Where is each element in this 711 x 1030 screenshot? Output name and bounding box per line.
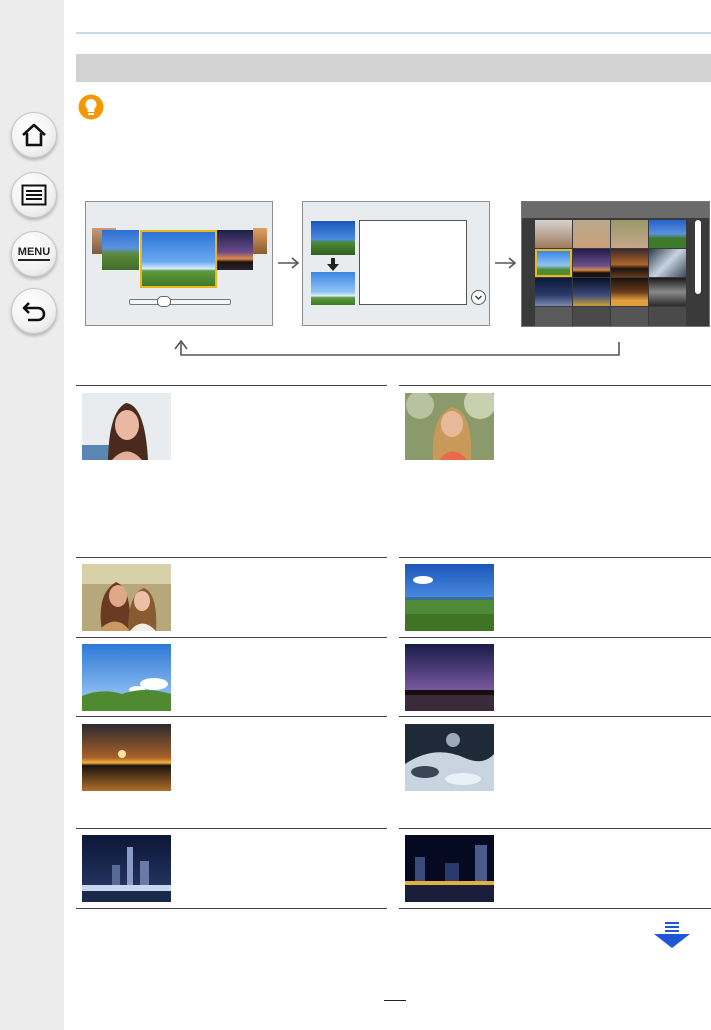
result-scene-thumbnail <box>311 272 355 305</box>
back-arrow-icon <box>22 302 46 322</box>
grid-cell-selected <box>535 249 572 277</box>
vivid-sunset-scene-photo <box>82 724 171 791</box>
return-arrow-icon <box>174 339 620 356</box>
scroll-down-icon <box>471 290 486 305</box>
scene-grid-screen <box>521 201 710 327</box>
grid-cell <box>611 307 648 326</box>
down-arrow-icon <box>327 258 339 271</box>
soft-skin-scene-photo <box>405 393 494 460</box>
header-rule <box>76 32 711 34</box>
table-row-divider <box>76 557 387 558</box>
table-row-divider <box>399 385 711 386</box>
grid-cell <box>573 249 610 277</box>
clear-scenery-scene-photo <box>405 564 494 631</box>
bright-blue-sky-scene-photo <box>82 644 171 711</box>
grid-cell <box>649 278 686 306</box>
scroll-bar <box>695 220 701 294</box>
table-row-divider <box>399 557 711 558</box>
table-row-divider <box>399 637 711 638</box>
table-row-divider <box>76 385 387 386</box>
table-row-divider <box>399 716 711 717</box>
grid-cell <box>611 278 648 306</box>
right-arrow-icon <box>495 257 517 269</box>
portrait-scene-photo <box>82 393 171 460</box>
table-row-divider <box>399 908 711 909</box>
scene-description-screen <box>302 201 490 326</box>
page-number-underline <box>384 1000 406 1001</box>
table-row-divider <box>76 716 387 717</box>
lightbulb-icon <box>78 94 104 120</box>
contents-button[interactable] <box>11 172 57 218</box>
glistening-water-scene-photo <box>405 724 494 791</box>
list-icon <box>21 184 47 206</box>
sunset-thumbnail <box>217 230 253 270</box>
table-row-divider <box>76 637 387 638</box>
scene-slider-screen <box>85 201 273 326</box>
cool-night-sky-scene-photo <box>405 835 494 902</box>
grid-cell <box>573 220 610 248</box>
grid-cell <box>573 278 610 306</box>
selected-scene-thumbnail <box>140 230 217 288</box>
down-arrow-icon[interactable] <box>654 922 690 948</box>
scene-slider-knob <box>157 296 171 307</box>
scene-description-box <box>359 220 467 305</box>
grid-cell <box>649 307 686 326</box>
grid-cell <box>649 249 686 277</box>
grid-cell <box>649 220 686 248</box>
scene-slider-track <box>129 299 231 305</box>
grid-cell <box>535 220 572 248</box>
grid-cell <box>611 220 648 248</box>
grid-cell <box>535 307 572 326</box>
clear-nightscape-scene-photo <box>82 835 171 902</box>
grid-cell <box>611 249 648 277</box>
sunset-thumbnail-back <box>253 228 267 254</box>
right-arrow-icon <box>278 257 300 269</box>
landscape-thumbnail <box>102 230 139 270</box>
scene-grid-header <box>522 202 709 218</box>
section-heading-bar <box>76 54 711 82</box>
grid-cell <box>573 307 610 326</box>
home-button[interactable] <box>11 112 57 158</box>
menu-button-label: MENU <box>17 247 51 261</box>
grid-cell <box>535 278 572 306</box>
table-row-divider <box>76 908 387 909</box>
sidebar: MENU <box>0 0 64 1030</box>
original-scene-thumbnail <box>311 221 355 255</box>
romantic-sunset-scene-photo <box>405 644 494 711</box>
back-button[interactable] <box>11 288 57 334</box>
table-row-divider <box>399 828 711 829</box>
menu-button[interactable]: MENU <box>11 231 57 277</box>
table-row-divider <box>76 828 387 829</box>
backlit-softness-scene-photo <box>82 564 171 631</box>
home-icon <box>22 123 46 147</box>
